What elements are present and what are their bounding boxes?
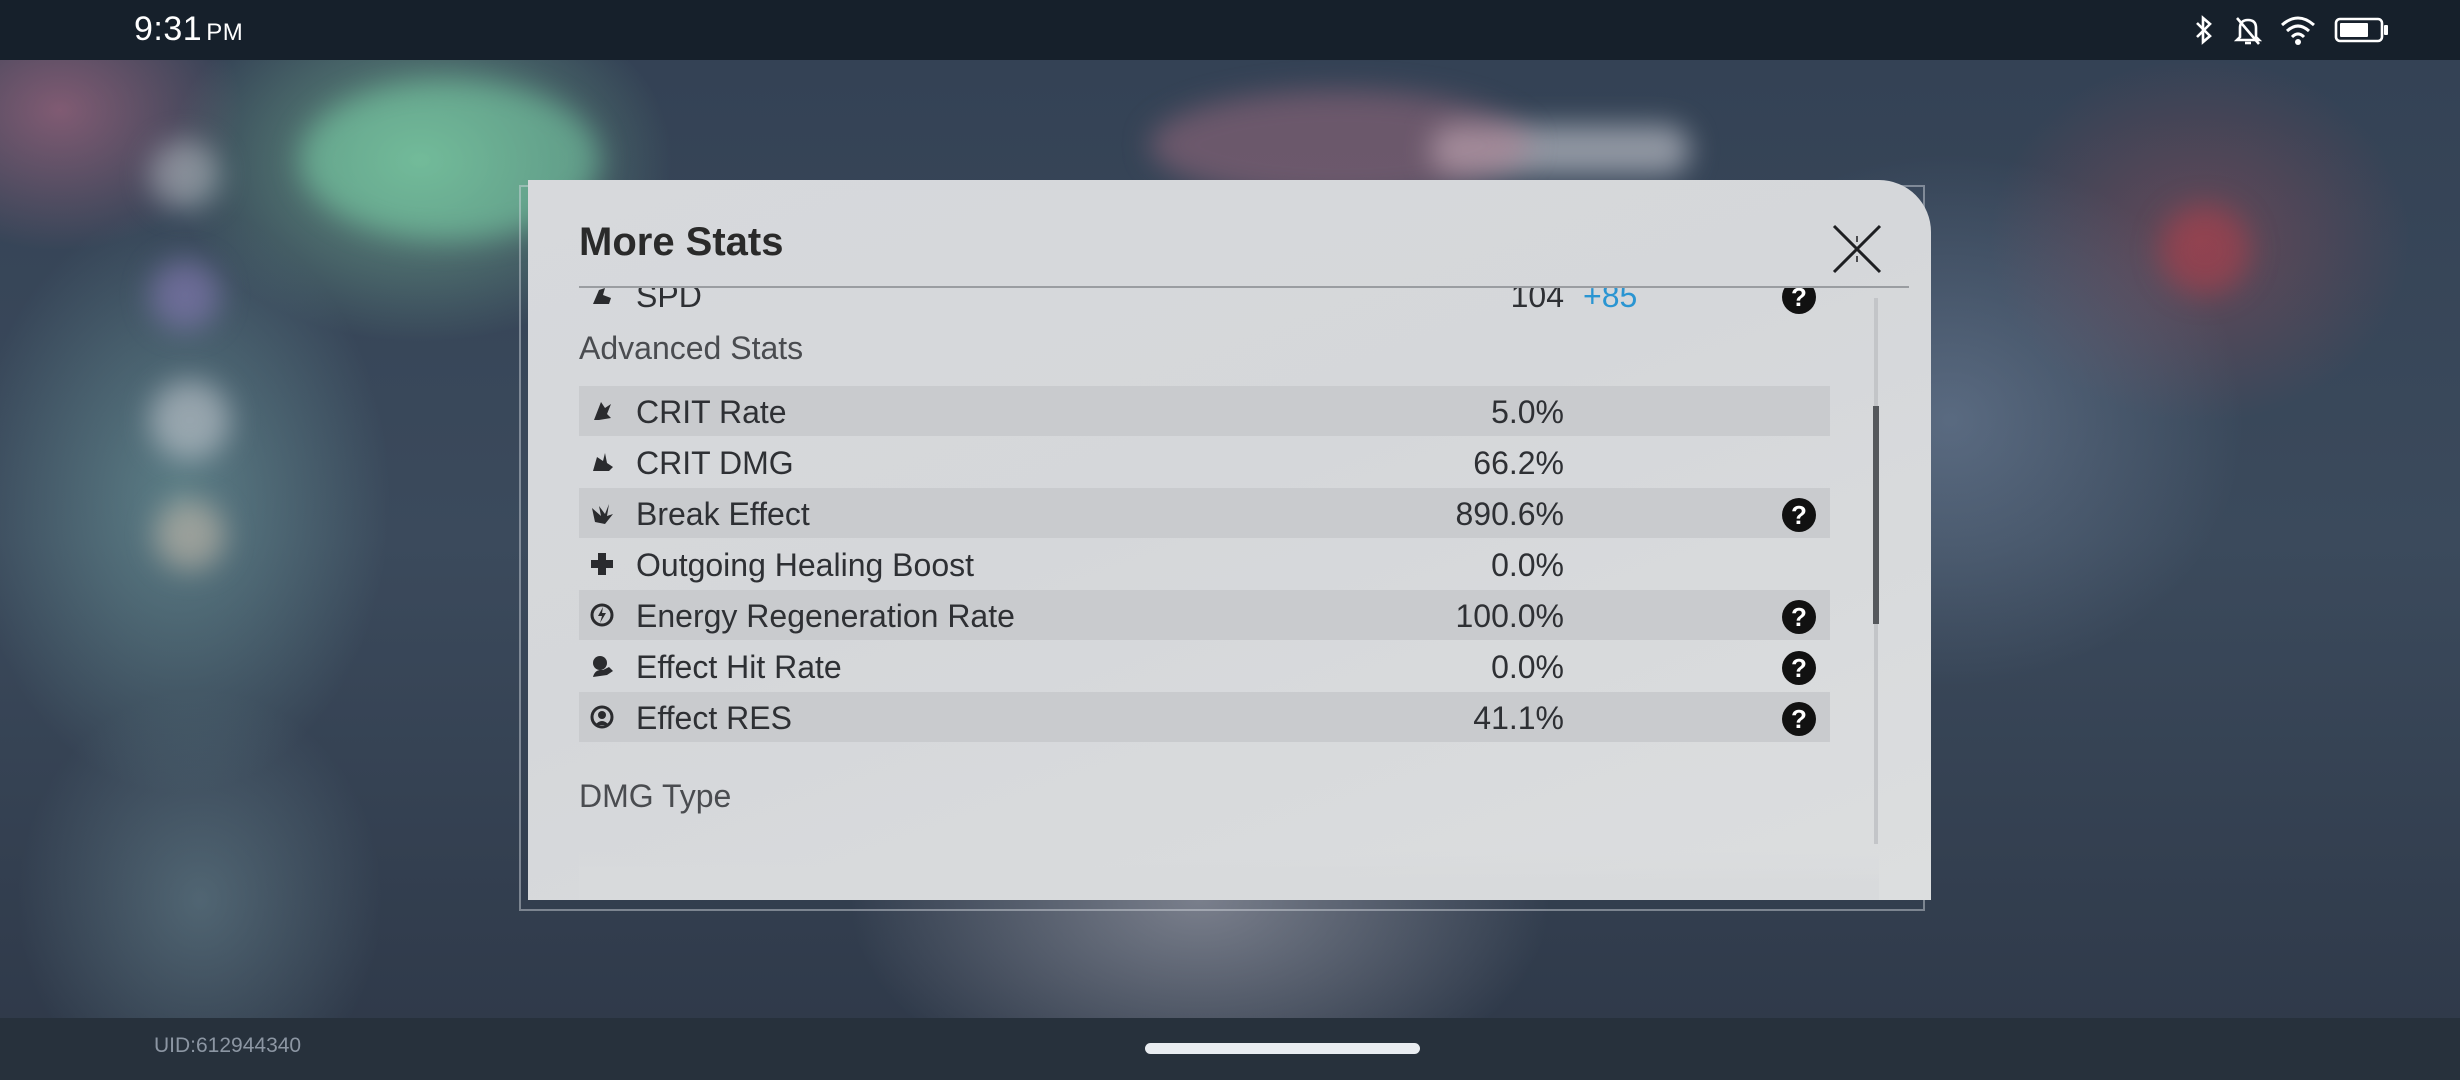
stat-row: Break Effect 890.6% ? (579, 488, 1830, 538)
battery-icon (2334, 17, 2388, 43)
stat-row: Energy Regeneration Rate 100.0% ? (579, 590, 1830, 640)
close-icon[interactable] (1830, 222, 1884, 276)
stat-value: 890.6% (1455, 496, 1564, 532)
stat-name: Break Effect (636, 496, 810, 532)
stat-name: CRIT DMG (636, 445, 794, 481)
effect-res-icon (590, 705, 614, 729)
stat-value: 0.0% (1491, 649, 1564, 685)
stat-value: 0.0% (1491, 547, 1564, 583)
scrollbar-thumb[interactable] (1873, 406, 1879, 624)
system-status-bar: 9:31 PM (0, 0, 2460, 60)
crit-rate-icon (594, 402, 611, 420)
stat-value: 66.2% (1473, 445, 1564, 481)
more-stats-dialog: More Stats SPD 104 +85 ? Advanced Stats … (528, 180, 1931, 900)
stat-row: CRIT Rate 5.0% (579, 386, 1830, 436)
clock: 9:31 PM (134, 10, 244, 48)
bluetooth-icon (2196, 15, 2212, 45)
dialog-title: More Stats (579, 220, 784, 264)
stat-value: 41.1% (1473, 700, 1564, 736)
stat-name: CRIT Rate (636, 394, 787, 430)
home-indicator[interactable] (1145, 1043, 1420, 1054)
stat-row: Outgoing Healing Boost 0.0% (579, 539, 1830, 589)
stat-name: Effect Hit Rate (636, 649, 842, 685)
break-effect-icon (592, 504, 613, 524)
stat-name: Outgoing Healing Boost (636, 547, 974, 583)
section-title-dmg-type: DMG Type (579, 778, 732, 814)
crit-dmg-icon (593, 453, 613, 471)
stat-value: 100.0% (1455, 598, 1564, 634)
help-button[interactable]: ? (1782, 651, 1816, 685)
stat-value: 104 (1510, 288, 1564, 314)
section-title-advanced: Advanced Stats (579, 330, 804, 366)
help-button[interactable]: ? (1782, 288, 1816, 314)
uid-label: UID:612944340 (154, 1034, 302, 1057)
stat-name: SPD (636, 288, 702, 314)
bell-off-icon (2234, 17, 2262, 45)
help-button[interactable]: ? (1782, 600, 1816, 634)
stat-bonus: +85 (1583, 288, 1638, 314)
stat-row-spd: SPD 104 +85 ? (579, 288, 1830, 320)
stat-name: Energy Regeneration Rate (636, 598, 1015, 634)
stat-name: Effect RES (636, 700, 792, 736)
stat-row: CRIT DMG 66.2% (579, 437, 1830, 487)
stat-row: Effect Hit Rate 0.0% ? (579, 641, 1830, 691)
stat-value: 5.0% (1491, 394, 1564, 430)
help-button[interactable]: ? (1782, 498, 1816, 532)
stat-row: Effect RES 41.1% ? (579, 692, 1830, 742)
spd-boot-icon (593, 288, 611, 304)
scroll-fade (579, 850, 1879, 900)
help-button[interactable]: ? (1782, 702, 1816, 736)
wifi-icon (2281, 16, 2315, 45)
effect-hit-icon (593, 656, 613, 677)
energy-regen-icon (590, 603, 614, 627)
stats-scroll-area[interactable]: SPD 104 +85 ? Advanced Stats CRIT Rate 5… (579, 288, 1879, 900)
healing-cross-icon (591, 553, 613, 575)
